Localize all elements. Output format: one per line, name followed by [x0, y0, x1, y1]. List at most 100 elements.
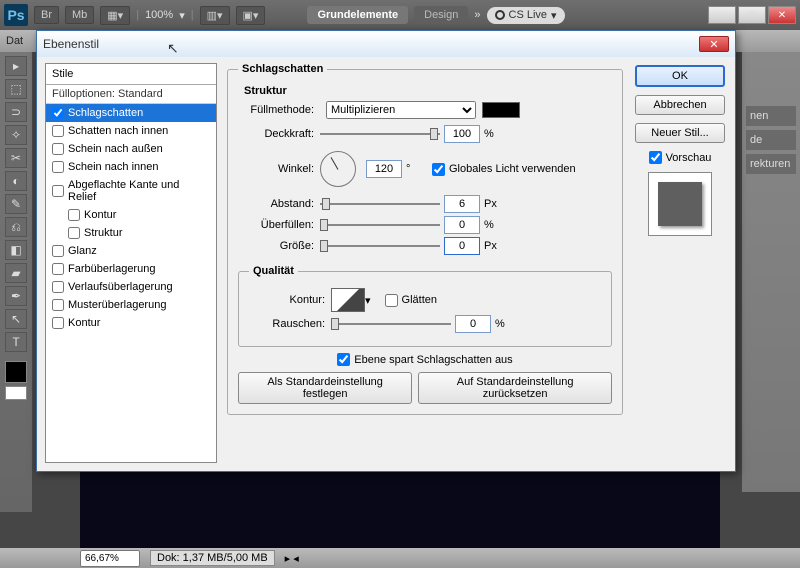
preview-checkbox[interactable]: [649, 151, 662, 164]
zoom-level[interactable]: 100%: [145, 9, 173, 21]
reset-default-button[interactable]: Auf Standardeinstellung zurücksetzen: [418, 372, 612, 404]
distance-slider[interactable]: [320, 196, 440, 212]
checkbox[interactable]: [68, 209, 80, 221]
style-drop-shadow[interactable]: Schlagschatten: [46, 104, 216, 122]
panel-tab[interactable]: nen: [746, 106, 796, 126]
contour-picker[interactable]: [331, 288, 365, 312]
cancel-button[interactable]: Abbrechen: [635, 95, 725, 115]
checkbox[interactable]: [52, 185, 64, 197]
lasso-tool-icon[interactable]: ⊃: [5, 102, 27, 122]
eraser-tool-icon[interactable]: ◧: [5, 240, 27, 260]
noise-slider[interactable]: [331, 316, 451, 332]
right-panels: nen de rekturen: [742, 52, 800, 492]
spread-input[interactable]: [444, 216, 480, 234]
zoom-input[interactable]: [80, 550, 140, 567]
scroll-arrow-icon[interactable]: ▸ ◂: [285, 552, 299, 565]
maximize-button[interactable]: ☐: [738, 6, 766, 24]
crop-tool-icon[interactable]: ✂: [5, 148, 27, 168]
brush-tool-icon[interactable]: ✎: [5, 194, 27, 214]
ok-button[interactable]: OK: [635, 65, 725, 87]
blend-mode-select[interactable]: Multiplizieren: [326, 101, 476, 119]
checkbox[interactable]: [52, 281, 64, 293]
cslive-button[interactable]: CS Live ▾: [487, 7, 565, 24]
checkbox[interactable]: [52, 161, 64, 173]
eyedropper-tool-icon[interactable]: ◐: [5, 171, 27, 191]
checkbox[interactable]: [68, 227, 80, 239]
menu-datei[interactable]: Dat: [6, 35, 23, 47]
style-satin[interactable]: Glanz: [46, 242, 216, 260]
checkbox[interactable]: [52, 125, 64, 137]
marquee-tool-icon[interactable]: ⬚: [5, 79, 27, 99]
close-button[interactable]: ✕: [768, 6, 796, 24]
blending-options[interactable]: Fülloptionen: Standard: [46, 85, 216, 104]
checkbox[interactable]: [52, 107, 64, 119]
global-light-label: Globales Licht verwenden: [449, 163, 576, 175]
path-tool-icon[interactable]: ↖: [5, 309, 27, 329]
unit: %: [484, 219, 504, 231]
chevron-down-icon[interactable]: ▾: [365, 294, 371, 307]
angle-input[interactable]: [366, 160, 402, 178]
tab-grundelemente[interactable]: Grundelemente: [307, 6, 408, 24]
separator: |: [191, 9, 194, 21]
zoom-dropdown-icon[interactable]: ▾: [179, 9, 185, 22]
opacity-label: Deckkraft:: [238, 128, 314, 140]
global-light-checkbox[interactable]: [432, 163, 445, 176]
size-input[interactable]: [444, 237, 480, 255]
gradient-tool-icon[interactable]: ▰: [5, 263, 27, 283]
style-color-overlay[interactable]: Farbüberlagerung: [46, 260, 216, 278]
minimize-button[interactable]: —: [708, 6, 736, 24]
more-tabs-icon[interactable]: »: [474, 9, 480, 21]
screenfill-button[interactable]: ▣▾: [236, 6, 266, 25]
antialias-checkbox[interactable]: [385, 294, 398, 307]
knockout-checkbox[interactable]: [337, 353, 350, 366]
new-style-button[interactable]: Neuer Stil...: [635, 123, 725, 143]
checkbox[interactable]: [52, 245, 64, 257]
foreground-color[interactable]: [5, 361, 27, 383]
spread-slider[interactable]: [320, 217, 440, 233]
photoshop-icon: Ps: [4, 4, 28, 26]
quality-group: Qualität Kontur: ▾ Glätten Rauschen: %: [238, 265, 612, 347]
noise-input[interactable]: [455, 315, 491, 333]
dialog-titlebar[interactable]: Ebenenstil ✕: [37, 31, 735, 57]
style-gradient-overlay[interactable]: Verlaufsüberlagerung: [46, 278, 216, 296]
checkbox[interactable]: [52, 143, 64, 155]
arrange-button[interactable]: ▥▾: [200, 6, 230, 25]
checkbox[interactable]: [52, 317, 64, 329]
panel-tab[interactable]: de: [746, 130, 796, 150]
panel-tab[interactable]: rekturen: [746, 154, 796, 174]
size-slider[interactable]: [320, 238, 440, 254]
screen-mode-button[interactable]: ▦▾: [100, 6, 130, 25]
make-default-button[interactable]: Als Standardeinstellung festlegen: [238, 372, 412, 404]
pen-tool-icon[interactable]: ✒: [5, 286, 27, 306]
checkbox[interactable]: [52, 299, 64, 311]
background-color[interactable]: [5, 386, 27, 400]
tools-panel: ▸ ⬚ ⊃ ✧ ✂ ◐ ✎ ⎌ ◧ ▰ ✒ ↖ T: [0, 52, 32, 512]
style-inner-shadow[interactable]: Schatten nach innen: [46, 122, 216, 140]
move-tool-icon[interactable]: ▸: [5, 56, 27, 76]
checkbox[interactable]: [52, 263, 64, 275]
opacity-input[interactable]: [444, 125, 480, 143]
preview-label: Vorschau: [666, 152, 712, 164]
dialog-close-button[interactable]: ✕: [699, 36, 729, 52]
style-texture[interactable]: Struktur: [46, 224, 216, 242]
shadow-color-swatch[interactable]: [482, 102, 520, 118]
style-contour[interactable]: Kontur: [46, 206, 216, 224]
angle-dial[interactable]: [320, 151, 356, 187]
wand-tool-icon[interactable]: ✧: [5, 125, 27, 145]
quality-title: Qualität: [249, 265, 298, 277]
opacity-slider[interactable]: [320, 126, 440, 142]
tab-design[interactable]: Design: [414, 6, 468, 24]
document-info[interactable]: Dok: 1,37 MB/5,00 MB: [150, 550, 275, 566]
style-inner-glow[interactable]: Schein nach innen: [46, 158, 216, 176]
minibridge-button[interactable]: Mb: [65, 6, 94, 24]
text-tool-icon[interactable]: T: [5, 332, 27, 352]
dialog-title: Ebenenstil: [43, 37, 99, 51]
style-pattern-overlay[interactable]: Musterüberlagerung: [46, 296, 216, 314]
style-stroke[interactable]: Kontur: [46, 314, 216, 332]
style-bevel-emboss[interactable]: Abgeflachte Kante und Relief: [46, 176, 216, 206]
styles-header[interactable]: Stile: [46, 64, 216, 85]
distance-input[interactable]: [444, 195, 480, 213]
bridge-button[interactable]: Br: [34, 6, 59, 24]
stamp-tool-icon[interactable]: ⎌: [5, 217, 27, 237]
style-outer-glow[interactable]: Schein nach außen: [46, 140, 216, 158]
